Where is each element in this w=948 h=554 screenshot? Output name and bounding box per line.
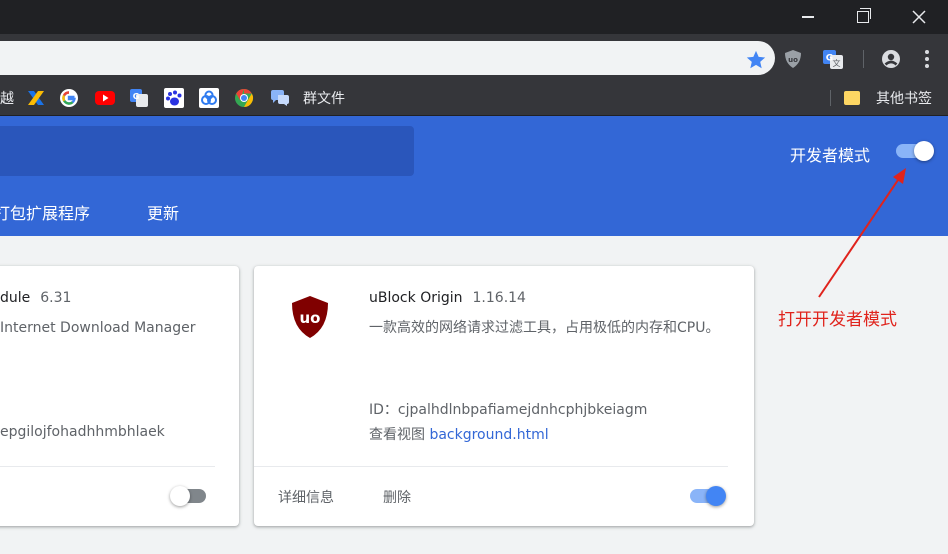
close-window-button[interactable] (896, 0, 942, 34)
svg-text:uo: uo (788, 56, 798, 64)
extension-description: Internet Download Manager (0, 320, 196, 336)
baidu-cloud-icon (199, 88, 219, 108)
folder-icon (844, 91, 860, 105)
id-value: cjpalhdlnbpafiamejdnhcphjbkeiagm (397, 402, 648, 418)
close-icon (912, 10, 926, 24)
extension-card: dule 6.31 Internet Download Manager epgil… (0, 266, 239, 526)
account-icon (882, 50, 900, 68)
toggle-knob (170, 486, 190, 506)
browser-toolbar: uo G 文 (0, 34, 948, 80)
restore-icon (857, 8, 871, 23)
extension-card: uo uBlock Origin 1.16.14 一款高效的网络请求过滤工具，占用… (254, 266, 754, 526)
pack-extension-button[interactable]: 打包扩展程序 (0, 200, 90, 224)
bookmark-item[interactable]: 越 (0, 89, 14, 107)
other-bookmarks-folder[interactable]: 其他书签 (844, 89, 932, 107)
extension-enable-toggle[interactable] (688, 486, 728, 506)
minimize-button[interactable] (785, 0, 831, 34)
developer-mode-toggle[interactable] (894, 141, 934, 161)
google-translate-icon: G (130, 89, 148, 107)
toolbar-separator (863, 50, 864, 68)
bookmark-item[interactable] (94, 89, 116, 107)
update-button[interactable]: 更新 (147, 200, 179, 224)
extension-title: uBlock Origin (369, 290, 463, 306)
extension-version: 1.16.14 (472, 290, 526, 306)
search-extensions-input[interactable] (0, 126, 414, 176)
extension-title: dule (0, 290, 31, 306)
bookmark-item[interactable] (199, 88, 219, 108)
extension-description: 一款高效的网络请求过滤工具，占用极低的内存和CPU。 (369, 320, 720, 336)
details-button[interactable]: 详细信息 (278, 487, 334, 507)
bookmarks-bar: 越 G 群文件 其他书签 (0, 80, 948, 116)
address-bar[interactable] (0, 41, 775, 75)
more-vert-icon (925, 50, 929, 68)
bookmark-label: 越 (0, 91, 14, 107)
chat-bubbles-icon (271, 90, 289, 106)
restore-button[interactable] (840, 0, 886, 34)
toggle-knob (706, 486, 726, 506)
background-page-link[interactable]: background.html (429, 427, 548, 443)
bookmark-item[interactable]: G (129, 89, 149, 107)
card-divider (254, 466, 728, 467)
extension-id: epgilojfohadhhmbhlaek (0, 424, 165, 440)
chrome-logo-icon (235, 89, 254, 107)
profile-button[interactable] (880, 48, 902, 70)
extension-id: ID：cjpalhdlnbpafiamejdnhcphjbkeiagm (369, 399, 647, 419)
svg-text:uo: uo (300, 309, 321, 327)
remove-button[interactable]: 删除 (383, 487, 411, 507)
bookmarks-separator (830, 90, 831, 106)
other-bookmarks-label: 其他书签 (876, 91, 932, 107)
inspect-views: 查看视图 background.html (369, 424, 549, 444)
translate-icon: G 文 (823, 50, 843, 69)
chrome-menu-button[interactable] (916, 48, 938, 70)
bookmark-item[interactable] (164, 88, 184, 108)
extension-version: 6.31 (40, 290, 72, 306)
bookmark-label: 群文件 (303, 91, 345, 107)
bookmark-item[interactable] (26, 89, 46, 107)
x-logo-icon (28, 91, 44, 105)
shield-icon: uo (785, 50, 801, 68)
id-label: ID： (369, 402, 398, 418)
extensions-header: 开发者模式 打包扩展程序 更新 (0, 116, 948, 236)
google-icon (60, 89, 78, 107)
toggle-knob (914, 141, 934, 161)
google-translate-extension-icon[interactable]: G 文 (822, 48, 844, 70)
ublock-extension-icon[interactable]: uo (782, 48, 804, 70)
bookmark-item[interactable] (59, 89, 79, 107)
annotation-text: 打开开发者模式 (778, 310, 897, 330)
bookmark-item[interactable]: 群文件 (269, 89, 345, 107)
extension-enable-toggle[interactable] (170, 486, 210, 506)
baidu-paw-icon (164, 88, 184, 108)
minimize-icon (802, 16, 814, 18)
window-title-bar (0, 0, 948, 34)
card-divider (0, 466, 215, 467)
svg-text:文: 文 (833, 58, 841, 68)
ublock-origin-icon: uo (292, 296, 328, 338)
inspect-views-label: 查看视图 (369, 427, 425, 443)
svg-text:G: G (133, 92, 140, 101)
extension-name: uBlock Origin 1.16.14 (369, 290, 526, 306)
youtube-icon (95, 91, 115, 105)
bookmark-star-icon[interactable] (745, 49, 767, 71)
extension-name: dule 6.31 (0, 290, 71, 306)
bookmark-item[interactable] (234, 89, 254, 107)
developer-mode-label: 开发者模式 (790, 146, 871, 165)
